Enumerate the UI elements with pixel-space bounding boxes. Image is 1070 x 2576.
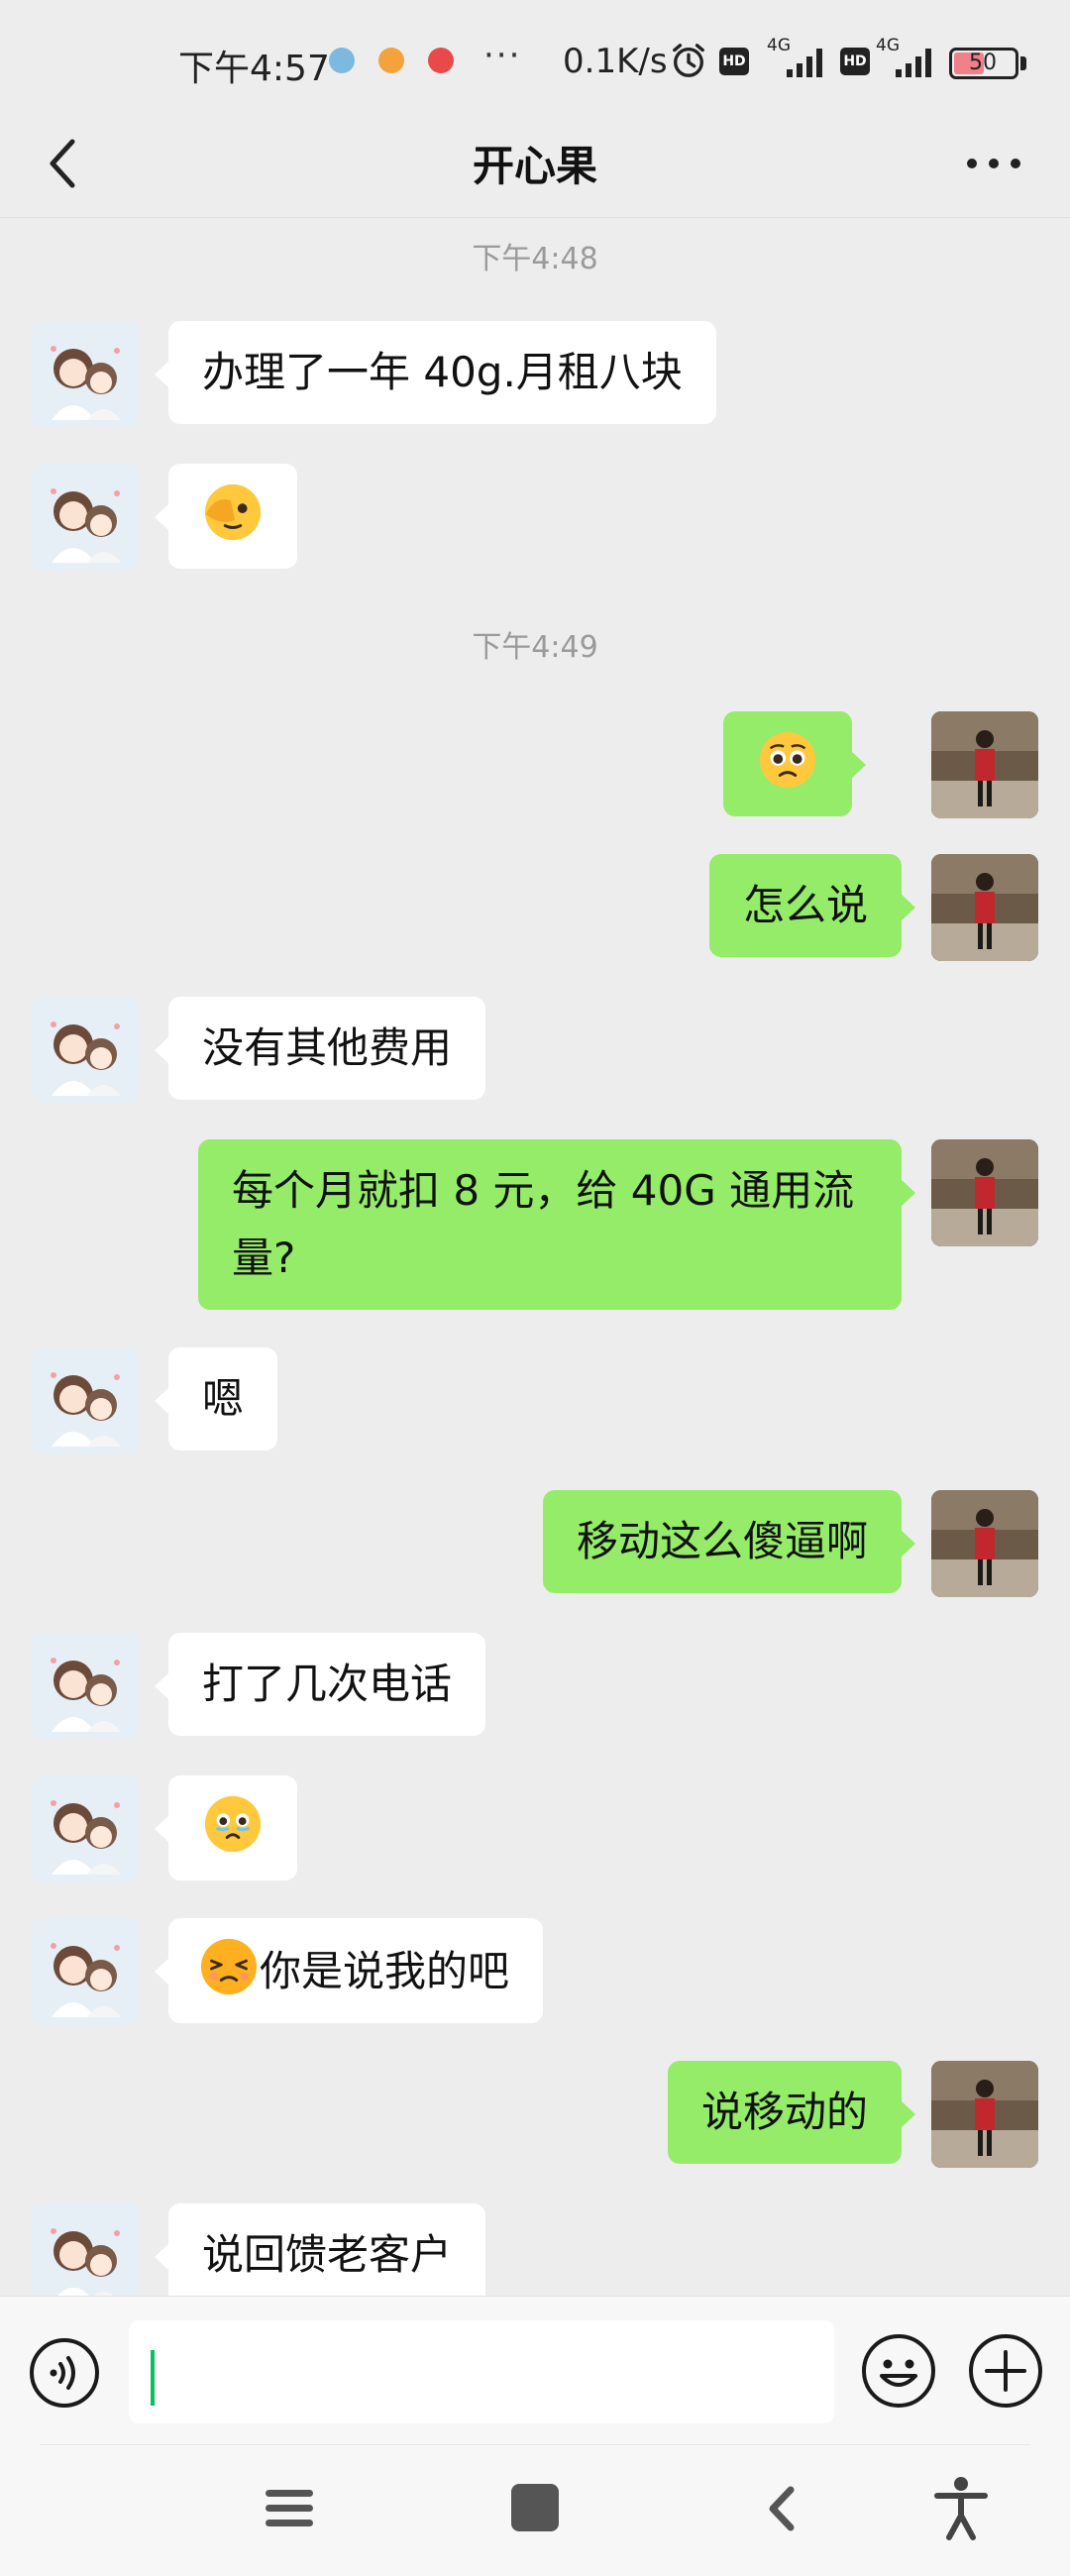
voice-input-icon[interactable] <box>28 2336 101 2410</box>
contact-avatar[interactable] <box>32 1633 139 1740</box>
chat-header: 开心果 <box>0 109 1070 218</box>
menu-icon[interactable] <box>264 2486 315 2531</box>
message-text: 没有其他费用 <box>202 1023 453 1072</box>
message-bubble-sent[interactable]: 说移动的 <box>667 2061 916 2164</box>
contact-avatar[interactable] <box>32 464 139 571</box>
avatar-image <box>32 1347 139 1454</box>
chat-title: 开心果 <box>472 142 597 190</box>
status-time: 下午4:57 <box>178 49 330 89</box>
message-bubble-sent[interactable]: 怎么说 <box>708 854 916 957</box>
back-nav-icon[interactable] <box>759 2484 806 2533</box>
message-bubble-received[interactable]: 嗯 <box>154 1347 278 1450</box>
avatar-image <box>32 464 139 571</box>
hd-voice-icon: HD <box>719 48 749 75</box>
message-bubble-sent[interactable]: 每个月就扣 8 元，给 40G 通用流量? <box>198 1139 915 1310</box>
message-text: 说回馈老客户 <box>202 2230 453 2279</box>
contact-avatar[interactable] <box>32 1775 139 1882</box>
status-bar: 下午4:57 ··· 0.1K/s HD 4G HD 4G 50 <box>0 0 1070 124</box>
network-speed: 0.1K/s <box>563 42 668 81</box>
message-text: 说移动的 <box>700 2088 868 2136</box>
avatar-image <box>931 1490 1038 1597</box>
self-avatar[interactable] <box>931 1139 1038 1246</box>
alarm-icon <box>673 44 704 77</box>
avatar-image <box>931 854 1038 961</box>
message-list[interactable]: 下午4:48 办理了一年 40g.月租八块 下午4:49 怎么说 没有其他费用 … <box>0 218 1070 2296</box>
signal-icon <box>896 49 931 77</box>
text-cursor <box>151 2350 155 2406</box>
message-bubble-received[interactable] <box>155 464 297 569</box>
input-bar <box>0 2296 1070 2444</box>
self-avatar[interactable] <box>931 854 1038 961</box>
message-text: 移动这么傻逼啊 <box>576 1517 868 1565</box>
contact-avatar[interactable] <box>32 1347 139 1454</box>
message-text: 你是说我的吧 <box>260 1947 510 1995</box>
message-text: 嗯 <box>202 1374 245 1423</box>
message-bubble-received[interactable]: 你是说我的吧 <box>154 1918 544 2023</box>
avatar-image <box>931 2061 1038 2168</box>
message-bubble-received[interactable]: 打了几次电话 <box>154 1633 486 1736</box>
more-options-button[interactable] <box>959 131 1028 196</box>
self-avatar[interactable] <box>931 711 1038 818</box>
avatar-image <box>32 997 139 1104</box>
message-timestamp: 下午4:48 <box>472 242 598 276</box>
pleading-face-emoji-icon <box>759 731 816 789</box>
battery-tip <box>1020 56 1026 70</box>
message-text: 办理了一年 40g.月租八块 <box>202 348 683 396</box>
divider <box>40 2444 1030 2445</box>
emoji-icon[interactable] <box>860 2332 937 2410</box>
message-input[interactable] <box>129 2320 834 2423</box>
battery-icon: 50 <box>949 48 1018 79</box>
contact-avatar[interactable] <box>32 2203 139 2296</box>
plus-icon[interactable] <box>967 2332 1044 2410</box>
app-notification-icon <box>428 48 454 73</box>
avatar-image <box>32 1775 139 1882</box>
self-avatar[interactable] <box>931 2061 1038 2168</box>
avatar-image <box>32 1918 139 2025</box>
avatar-image <box>32 1633 139 1740</box>
message-bubble-sent[interactable] <box>723 711 866 816</box>
message-timestamp: 下午4:49 <box>472 630 598 665</box>
self-avatar[interactable] <box>931 1490 1038 1597</box>
message-text: 打了几次电话 <box>202 1660 453 1708</box>
message-bubble-received[interactable]: 没有其他费用 <box>154 997 486 1100</box>
message-bubble-sent[interactable]: 移动这么傻逼啊 <box>542 1490 916 1593</box>
battery-percent: 50 <box>969 51 997 75</box>
persevering-face-emoji-icon <box>200 1938 258 1995</box>
message-bubble-received[interactable] <box>155 1775 297 1880</box>
avatar-image <box>32 2203 139 2296</box>
home-button[interactable] <box>511 2484 559 2531</box>
system-navigation-bar <box>0 2444 1070 2576</box>
message-text: 怎么说 <box>742 881 868 929</box>
avatar-image <box>931 711 1038 818</box>
face-holding-back-tears-emoji-icon <box>204 1795 262 1853</box>
more-notifications-icon: ··· <box>483 36 522 75</box>
message-text: 每个月就扣 8 元，给 40G 通用流量? <box>232 1166 855 1282</box>
avatar-image <box>931 1139 1038 1246</box>
avatar-image <box>32 321 139 428</box>
app-notification-icon <box>378 48 404 73</box>
more-dots-icon <box>967 159 1020 168</box>
contact-avatar[interactable] <box>32 997 139 1104</box>
message-bubble-received[interactable]: 办理了一年 40g.月租八块 <box>155 321 716 424</box>
face-with-hand-over-eye-emoji-icon <box>204 483 262 541</box>
contact-avatar[interactable] <box>32 321 139 428</box>
accessibility-icon[interactable] <box>931 2474 991 2543</box>
hd-voice-icon: HD <box>840 48 870 75</box>
message-bubble-received[interactable]: 说回馈老客户 <box>154 2203 486 2296</box>
app-notification-icon <box>329 48 355 73</box>
signal-icon <box>787 49 822 77</box>
contact-avatar[interactable] <box>32 1918 139 2025</box>
